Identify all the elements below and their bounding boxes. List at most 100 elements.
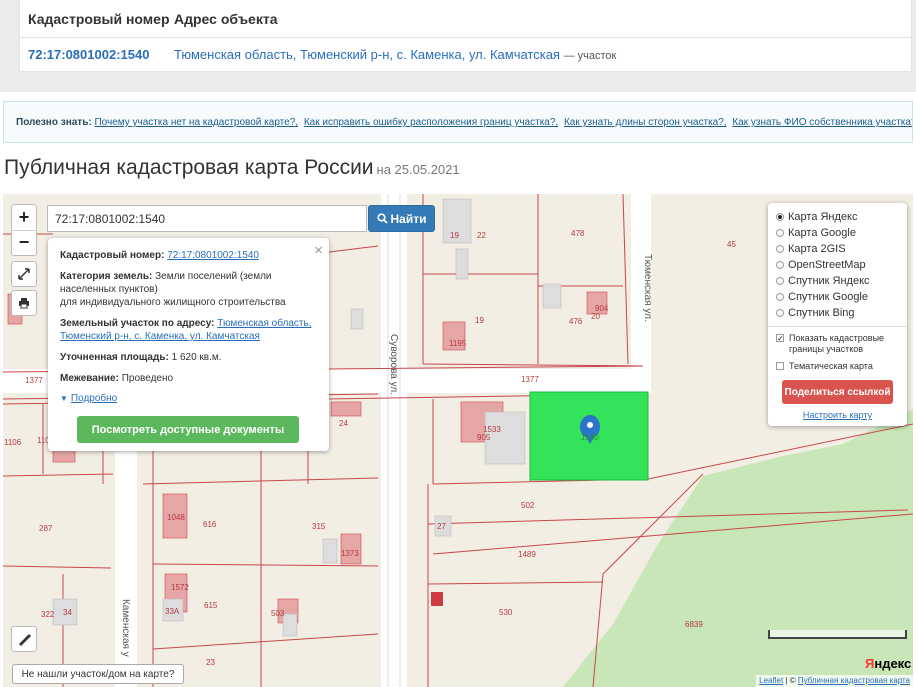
cadastral-number-link[interactable]: 72:17:0801002:1540 [28,47,149,62]
show-borders-label: Показать кадастровые границы участков [789,333,885,354]
address-suffix: — участок [563,50,617,62]
layer-option-yandex-satellite[interactable]: Спутник Яндекс [776,273,899,289]
ruler-button[interactable] [11,626,37,652]
popup-category-row: Категория земель: Земли поселений (земли… [60,270,317,309]
thematic-map-checkbox[interactable]: Тематическая карта [776,361,899,372]
parcel-label: 19 [475,316,484,325]
yandex-logo: Яндекс [865,656,911,671]
parcel-label: 315 [312,522,326,531]
parcel-label: 476 [569,317,583,326]
layer-option-bing-satellite[interactable]: Спутник Bing [776,305,899,321]
parcel-label: 502 [521,501,535,510]
street-label-tyumenskaya: Тюменская ул. [642,254,653,322]
popup-area-row: Уточненная площадь: 1 620 кв.м. [60,351,317,364]
map-search-button-label: Найти [390,211,427,226]
view-documents-button[interactable]: Посмотреть доступные документы [77,416,299,443]
radio-icon [776,245,784,253]
show-borders-checkbox[interactable]: ✓ Показать кадастровые границы участков [776,333,899,355]
popup-area-label: Уточненная площадь: [60,352,169,363]
layer-option-label: Спутник Google [788,291,868,303]
page-title: Публичная кадастровая карта России на 25.… [4,156,460,180]
cadastral-map[interactable]: Тюменская ул. Суворова ул. Каменская у 1… [3,194,913,687]
triangle-down-icon: ▼ [60,394,68,403]
radio-selected-icon [776,213,784,221]
print-button[interactable] [11,290,37,316]
header-address: Адрес объекта [174,10,278,27]
layer-option-label: OpenStreetMap [788,259,866,271]
parcel-label: 530 [499,608,513,617]
parcel-label: 1377 [521,375,539,384]
zoom-out-button[interactable]: − [11,229,37,255]
radio-icon [776,293,784,301]
popup-cadastral-label: Кадастровый номер: [60,250,165,261]
printer-icon [19,298,29,309]
parcel-label: 23 [206,658,215,667]
layers-panel: Карта Яндекс Карта Google Карта 2GIS Ope… [768,203,907,426]
parcel-label: 1195 [449,339,467,348]
useful-link-side-lengths[interactable]: Как узнать длины сторон участка?, [564,117,727,128]
layer-option-google-map[interactable]: Карта Google [776,225,899,241]
parcel-label: 1106 [4,438,22,447]
parcel-label: 19 [450,231,459,240]
map-building-red [431,592,443,606]
useful-link-owner[interactable]: Как узнать ФИО собственника участка? [732,117,912,128]
layer-option-2gis-map[interactable]: Карта 2GIS [776,241,899,257]
popup-address-row: Земельный участок по адресу: Тюменская о… [60,317,317,343]
parcel-label: 34 [63,608,72,617]
zoom-in-button[interactable]: + [11,205,37,230]
useful-label: Полезно знать: [16,117,92,128]
road-suvorova [381,194,407,687]
search-result-panel: Кадастровый номер Адрес объекта 72:17:08… [0,0,916,92]
close-icon[interactable]: × [314,242,323,259]
useful-link-fix-borders[interactable]: Как исправить ошибку расположения границ… [304,117,558,128]
layer-option-google-satellite[interactable]: Спутник Google [776,289,899,305]
pkk-link[interactable]: Публичная кадастровая карта [798,676,910,685]
useful-link-missing[interactable]: Почему участка нет на кадастровой карте?… [94,117,298,128]
parcel-label: 287 [39,524,53,533]
layer-option-yandex-map[interactable]: Карта Яндекс [776,209,899,225]
parcel-label: 33А [165,607,180,616]
header-cadastral: Кадастровый номер [28,10,170,27]
fullscreen-button[interactable] [11,261,37,287]
leaflet-link[interactable]: Leaflet [759,676,783,685]
street-label-suvorova: Суворова ул. [388,334,399,395]
map-search-input[interactable] [47,205,367,232]
parcel-label: 1048 [167,513,185,522]
share-link-button[interactable]: Поделиться ссылкой [782,380,893,404]
popup-more-link[interactable]: ▼ Подробно [60,393,317,404]
radio-icon [776,309,784,317]
parcel-label: 322 [41,610,55,619]
yandex-logo-y: Я [865,656,875,671]
thematic-map-label: Тематическая карта [789,361,873,371]
parcel-label: 6839 [685,620,703,629]
expand-icon [18,268,30,280]
parcel-label: 22 [477,231,486,240]
parcel-label: 27 [437,522,446,531]
popup-category-label: Категория земель: [60,271,153,282]
parcel-label: 905 [477,433,491,442]
parcel-label: 478 [571,229,585,238]
parcel-label-selected: 1540 [581,433,599,442]
not-found-button[interactable]: Не нашли участок/дом на карте? [12,664,184,684]
setup-map-link[interactable]: Настроить карту [776,410,899,420]
popup-cadastral-link[interactable]: 72:17:0801002:1540 [167,250,259,261]
map-scale-bar [768,630,907,639]
address-link[interactable]: Тюменская область, Тюменский р-н, с. Кам… [174,47,560,62]
layer-option-osm[interactable]: OpenStreetMap [776,257,899,273]
parcel-label: 1533 [483,425,501,434]
map-search-button[interactable]: Найти [368,205,435,232]
parcel-label: 1572 [171,583,189,592]
layer-option-label: Спутник Bing [788,307,855,319]
attribution-separator: | © [783,676,798,685]
page-date: на 25.05.2021 [376,162,460,177]
parcel-label: 45 [727,240,736,249]
checkmark-icon: ✓ [776,334,784,343]
radio-icon [776,277,784,285]
parcel-label: 1373 [341,549,359,558]
useful-info-bar: Полезно знать: Почему участка нет на кад… [3,101,913,143]
popup-address-label: Земельный участок по адресу: [60,318,215,329]
parcel-label: 1489 [518,550,536,559]
ruler-icon [19,634,31,646]
zoom-control: + − [11,204,37,256]
street-label-kamenskaya: Каменская у [120,599,131,657]
